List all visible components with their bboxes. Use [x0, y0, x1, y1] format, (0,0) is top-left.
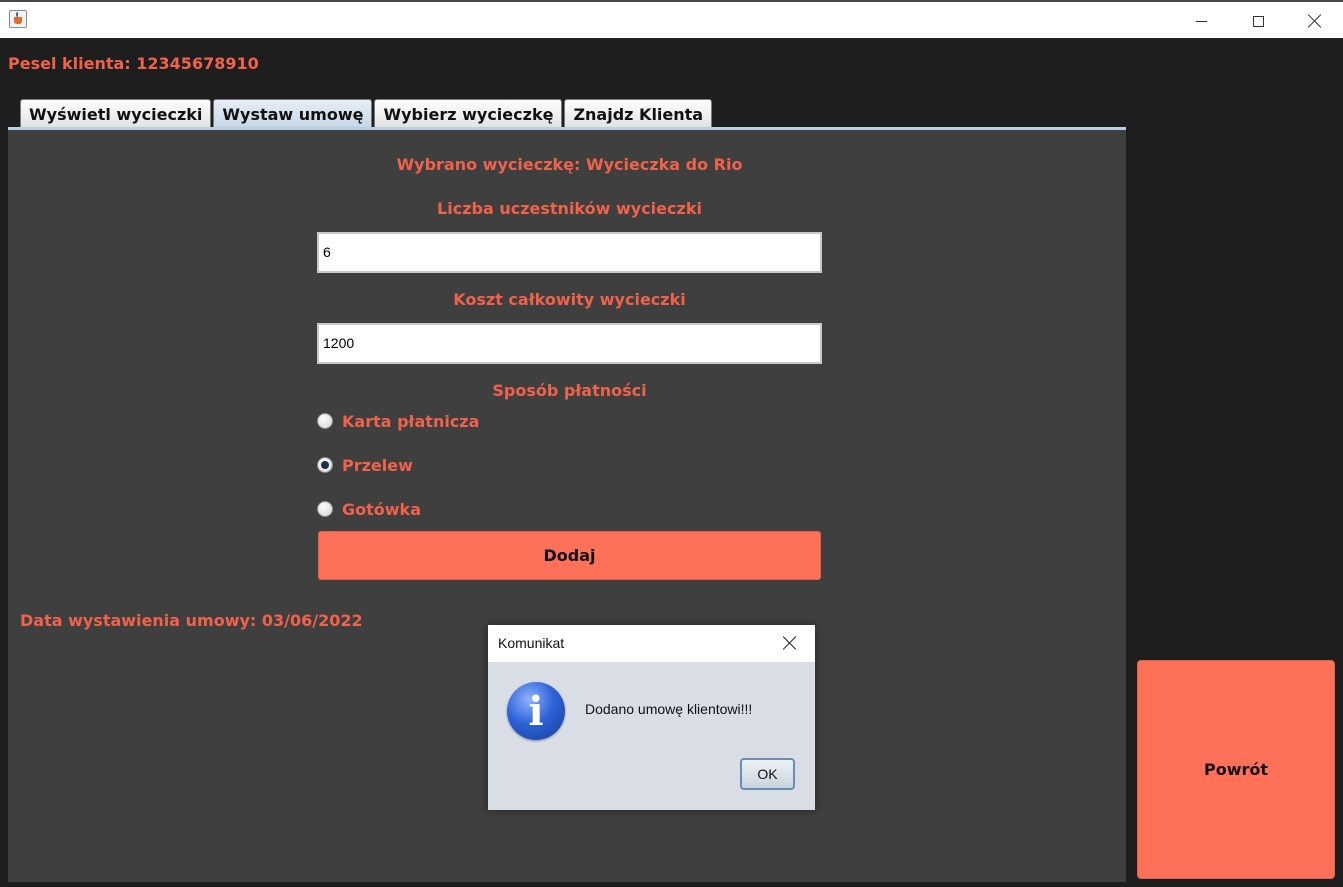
tab-choose-trip[interactable]: Wybierz wycieczkę: [374, 99, 563, 127]
payment-option-card[interactable]: Karta płatnicza: [317, 410, 479, 432]
radio-button[interactable]: [317, 413, 333, 429]
client-pesel-label: Pesel klienta: 12345678910: [8, 54, 259, 73]
message-dialog: Komunikat i Dodano umowę klientowi!!! OK: [488, 625, 815, 810]
dialog-title-bar: Komunikat: [488, 625, 815, 662]
minimize-button[interactable]: [1173, 2, 1229, 40]
participants-input[interactable]: 6: [317, 232, 822, 273]
payment-method-label: Sposób płatności: [492, 381, 647, 400]
dialog-close-icon[interactable]: [782, 635, 798, 651]
tab-show-trips[interactable]: Wyświetl wycieczki: [20, 99, 212, 127]
tab-bar: Wyświetl wycieczki Wystaw umowę Wybierz …: [20, 97, 714, 127]
payment-option-label: Karta płatnicza: [342, 411, 480, 431]
tab-issue-contract[interactable]: Wystaw umowę: [213, 99, 373, 127]
tab-find-client[interactable]: Znajdz Klienta: [564, 99, 713, 127]
dialog-title: Komunikat: [498, 635, 565, 651]
ok-button[interactable]: OK: [740, 758, 795, 790]
radio-button[interactable]: [317, 501, 333, 517]
payment-option-transfer[interactable]: Przelew: [317, 454, 413, 476]
minimize-icon: [1195, 20, 1207, 22]
payment-option-label: Gotówka: [342, 499, 421, 519]
cost-input[interactable]: 1200: [317, 323, 822, 364]
maximize-button[interactable]: [1230, 2, 1286, 40]
dialog-message: Dodano umowę klientowi!!!: [585, 701, 753, 717]
participants-label: Liczba uczestników wycieczki: [437, 199, 702, 218]
cost-label: Koszt całkowity wycieczki: [453, 290, 686, 309]
close-button[interactable]: [1287, 2, 1343, 40]
title-bar: [0, 0, 1343, 38]
back-button[interactable]: Powrót: [1137, 660, 1335, 879]
java-app-icon: [9, 10, 27, 28]
maximize-icon: [1252, 15, 1264, 27]
payment-option-label: Przelew: [342, 455, 413, 475]
payment-option-cash[interactable]: Gotówka: [317, 498, 421, 520]
issue-date-label: Data wystawienia umowy: 03/06/2022: [20, 611, 363, 630]
add-button[interactable]: Dodaj: [318, 531, 821, 580]
close-icon: [1308, 14, 1322, 28]
info-icon: i: [507, 682, 565, 740]
radio-button-selected[interactable]: [317, 457, 333, 473]
selected-trip-label: Wybrano wycieczkę: Wycieczka do Rio: [396, 155, 743, 174]
